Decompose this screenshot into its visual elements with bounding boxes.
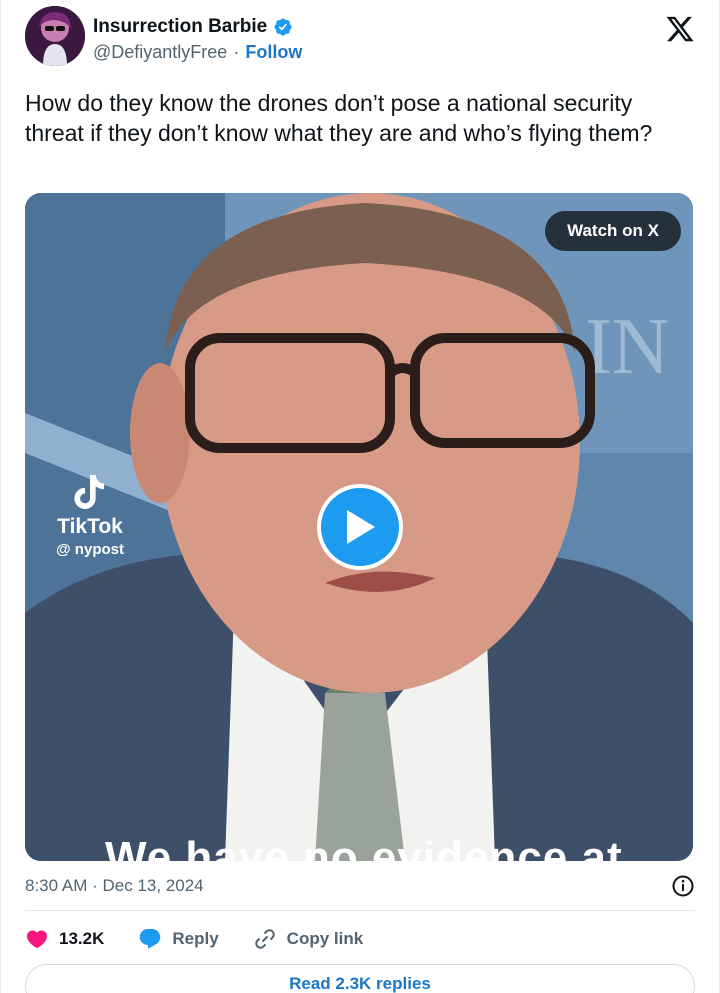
tiktok-handle: @ nypost	[56, 541, 124, 558]
svg-text:IN: IN	[585, 303, 669, 391]
handle-separator: ·	[233, 42, 240, 62]
play-button[interactable]	[317, 484, 403, 570]
avatar[interactable]	[25, 6, 85, 66]
copy-link-button[interactable]: Copy link	[253, 927, 364, 951]
tweet-text: How do they know the drones don’t pose a…	[25, 90, 653, 146]
read-replies-button[interactable]: Read 2.3K replies	[25, 964, 695, 993]
video-caption: We have no evidence at	[105, 833, 623, 861]
tiktok-icon	[74, 475, 105, 509]
author-handle[interactable]: @DefiyantlyFree	[93, 42, 227, 63]
reply-button[interactable]: Reply	[138, 927, 219, 951]
divider	[25, 910, 695, 911]
tweet-embed-card: Insurrection Barbie @DefiyantlyFree · Fo…	[0, 0, 720, 993]
tweet-header: Insurrection Barbie @DefiyantlyFree · Fo…	[25, 6, 695, 70]
like-button[interactable]: 13.2K	[25, 927, 104, 951]
x-logo-icon[interactable]	[665, 14, 695, 44]
display-name[interactable]: Insurrection Barbie	[93, 16, 267, 38]
tiktok-watermark: TikTok @ nypost	[35, 473, 145, 558]
play-icon	[347, 510, 375, 544]
video-player[interactable]: IN Watch on X TikTok @ nypost We have no…	[25, 193, 693, 861]
watch-on-x-button[interactable]: Watch on X	[545, 211, 681, 251]
reply-bubble-icon	[140, 929, 161, 949]
like-count: 13.2K	[59, 929, 105, 948]
tweet-meta: 8:30 AM · Dec 13, 2024	[25, 872, 695, 900]
reply-label: Reply	[172, 929, 219, 948]
timestamp[interactable]: 8:30 AM · Dec 13, 2024	[25, 876, 204, 896]
copy-link-label: Copy link	[286, 929, 364, 948]
info-icon[interactable]	[671, 874, 695, 898]
link-icon	[254, 929, 275, 949]
heart-icon	[26, 930, 48, 949]
follow-button[interactable]: Follow	[245, 42, 302, 63]
action-bar: 13.2K Reply Copy link	[25, 922, 695, 956]
tiktok-brand: TikTok	[57, 515, 123, 538]
verified-badge-icon	[274, 18, 292, 36]
